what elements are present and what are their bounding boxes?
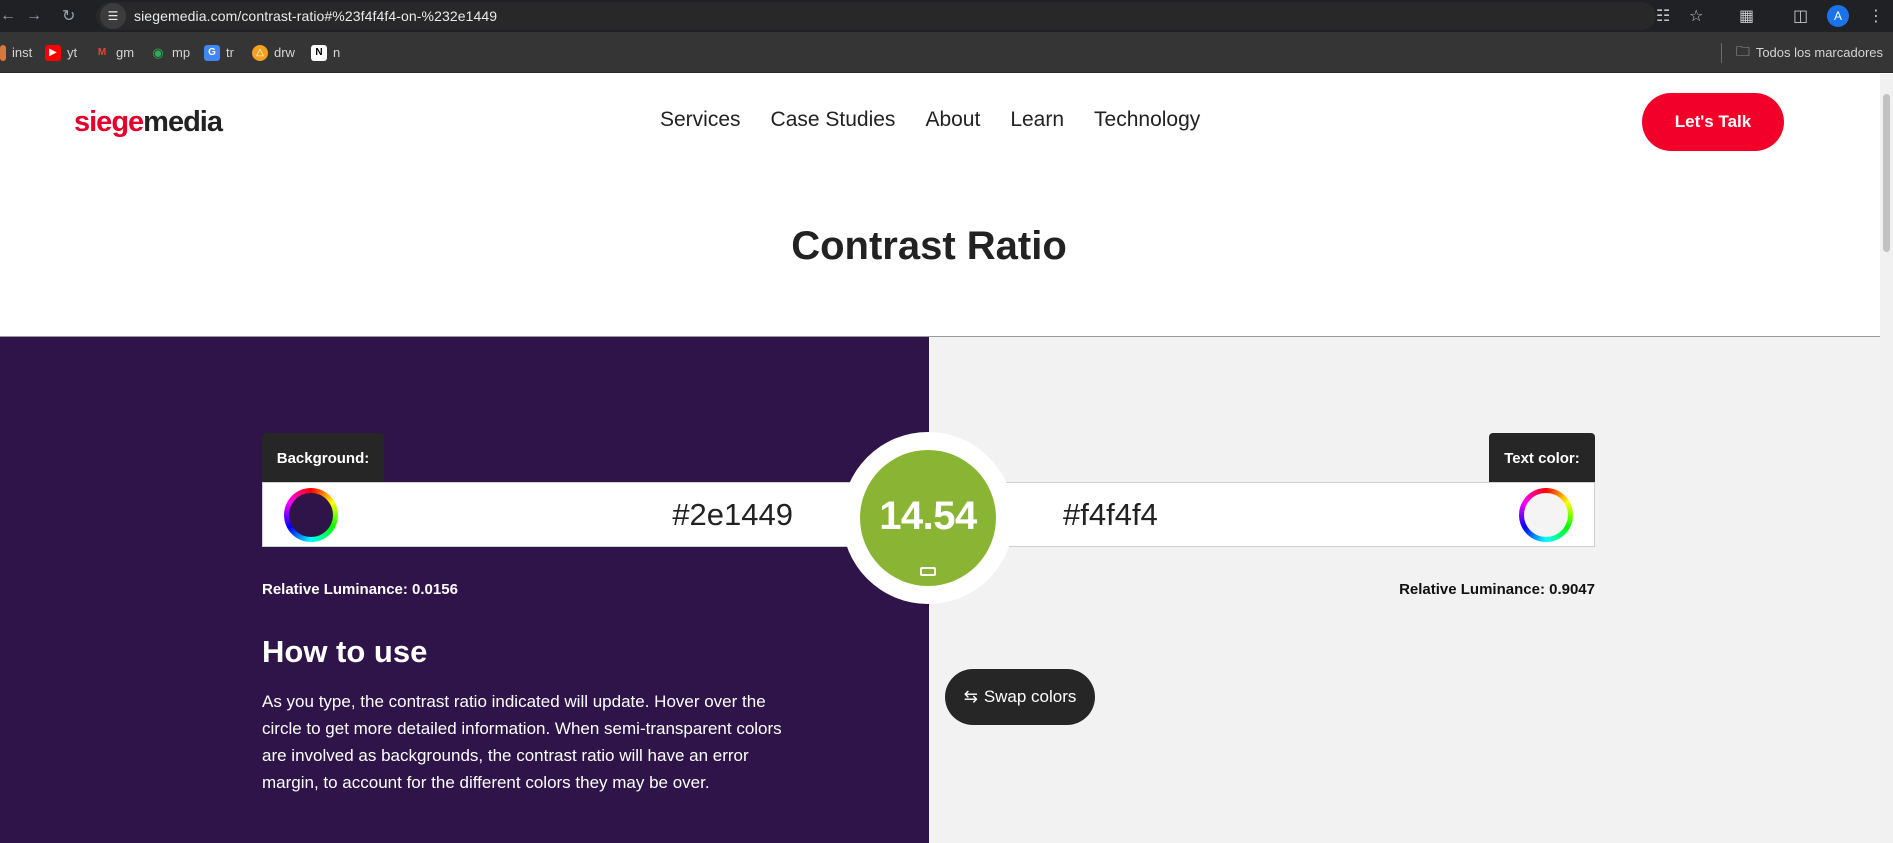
bookmark-mp[interactable]: ◉ mp bbox=[150, 32, 190, 73]
folder-icon: 🗀 bbox=[1735, 42, 1750, 59]
nav-technology[interactable]: Technology bbox=[1094, 108, 1200, 132]
bookmarks-separator bbox=[1720, 42, 1722, 63]
nav-about[interactable]: About bbox=[925, 108, 980, 132]
translate-page-icon[interactable]: ☷ bbox=[1656, 0, 1670, 32]
nav-case-studies[interactable]: Case Studies bbox=[771, 108, 896, 132]
text-color-input[interactable] bbox=[1063, 496, 1303, 533]
bookmark-tr[interactable]: G tr bbox=[204, 32, 234, 73]
how-to-use-heading: How to use bbox=[262, 634, 428, 669]
swap-colors-button[interactable]: ⇆ Swap colors bbox=[945, 669, 1095, 725]
url-text[interactable]: siegemedia.com/contrast-ratio#%23f4f4f4-… bbox=[134, 8, 497, 24]
siegemedia-logo[interactable]: siegemedia bbox=[74, 106, 223, 139]
text-color-picker-icon[interactable] bbox=[1519, 488, 1573, 542]
text-swatch bbox=[1524, 493, 1568, 537]
browser-toolbar: ← → ↻ ☰ siegemedia.com/contrast-ratio#%2… bbox=[0, 0, 1893, 32]
notion-icon: N bbox=[311, 44, 327, 61]
drive-icon: △ bbox=[252, 44, 268, 61]
web-page: siegemedia Services Case Studies About L… bbox=[0, 74, 1880, 843]
all-bookmarks[interactable]: 🗀 Todos los marcadores bbox=[1720, 32, 1883, 73]
bookmark-gm[interactable]: M gm bbox=[94, 32, 134, 73]
page-title: Contrast Ratio bbox=[791, 224, 1067, 268]
bookmark-drw[interactable]: △ drw bbox=[252, 32, 295, 73]
back-icon[interactable]: ← bbox=[0, 0, 16, 32]
text-color-field bbox=[990, 482, 1595, 547]
background-color-field bbox=[262, 482, 862, 547]
extensions-icon[interactable]: ▦ bbox=[1739, 0, 1754, 32]
maps-icon: ◉ bbox=[152, 44, 164, 60]
forward-icon[interactable]: → bbox=[26, 0, 42, 32]
menu-icon[interactable]: ⋮ bbox=[1868, 0, 1884, 32]
background-luminance: Relative Luminance: 0.0156 bbox=[262, 581, 458, 598]
text-color-label: Text color: bbox=[1489, 433, 1595, 483]
site-info-icon[interactable]: ☰ bbox=[100, 3, 126, 29]
address-bar[interactable]: ☰ siegemedia.com/contrast-ratio#%23f4f4f… bbox=[96, 2, 1656, 30]
instagram-icon bbox=[0, 44, 6, 61]
smiley-icon bbox=[920, 567, 936, 576]
lets-talk-button[interactable]: Let's Talk bbox=[1642, 93, 1784, 151]
contrast-ratio-value: 14.54 bbox=[879, 493, 977, 538]
text-luminance: Relative Luminance: 0.9047 bbox=[1399, 581, 1595, 598]
how-to-use-text: As you type, the contrast ratio indicate… bbox=[262, 692, 782, 792]
youtube-icon: ▶ bbox=[45, 44, 61, 61]
profile-avatar[interactable]: A bbox=[1827, 5, 1849, 27]
bookmarks-bar: inst ▶ yt M gm ◉ mp G tr △ drw N n 🗀 Tod… bbox=[0, 32, 1893, 73]
main-nav: Services Case Studies About Learn Techno… bbox=[660, 108, 1200, 132]
nav-learn[interactable]: Learn bbox=[1010, 108, 1064, 132]
swap-icon: ⇆ bbox=[963, 687, 978, 706]
background-color-picker-icon[interactable] bbox=[284, 488, 338, 542]
bookmark-star-icon[interactable]: ☆ bbox=[1689, 0, 1703, 32]
contrast-ratio-badge[interactable]: 14.54 bbox=[842, 432, 1014, 604]
gmail-icon: M bbox=[97, 47, 107, 58]
translate-icon: G bbox=[204, 44, 220, 61]
site-header: siegemedia Services Case Studies About L… bbox=[0, 74, 1880, 174]
background-swatch bbox=[289, 493, 333, 537]
page-scrollbar[interactable] bbox=[1880, 74, 1893, 843]
reload-icon[interactable]: ↻ bbox=[62, 0, 75, 32]
background-color-input[interactable] bbox=[593, 496, 793, 533]
nav-services[interactable]: Services bbox=[660, 108, 741, 132]
bookmark-yt[interactable]: ▶ yt bbox=[45, 32, 77, 73]
scrollbar-thumb[interactable] bbox=[1883, 94, 1890, 252]
ratio-circle: 14.54 bbox=[860, 450, 996, 586]
background-label: Background: bbox=[262, 433, 384, 483]
side-panel-icon[interactable]: ◫ bbox=[1793, 0, 1808, 32]
bookmark-n[interactable]: N n bbox=[311, 32, 340, 73]
bookmark-inst[interactable]: inst bbox=[0, 32, 32, 73]
